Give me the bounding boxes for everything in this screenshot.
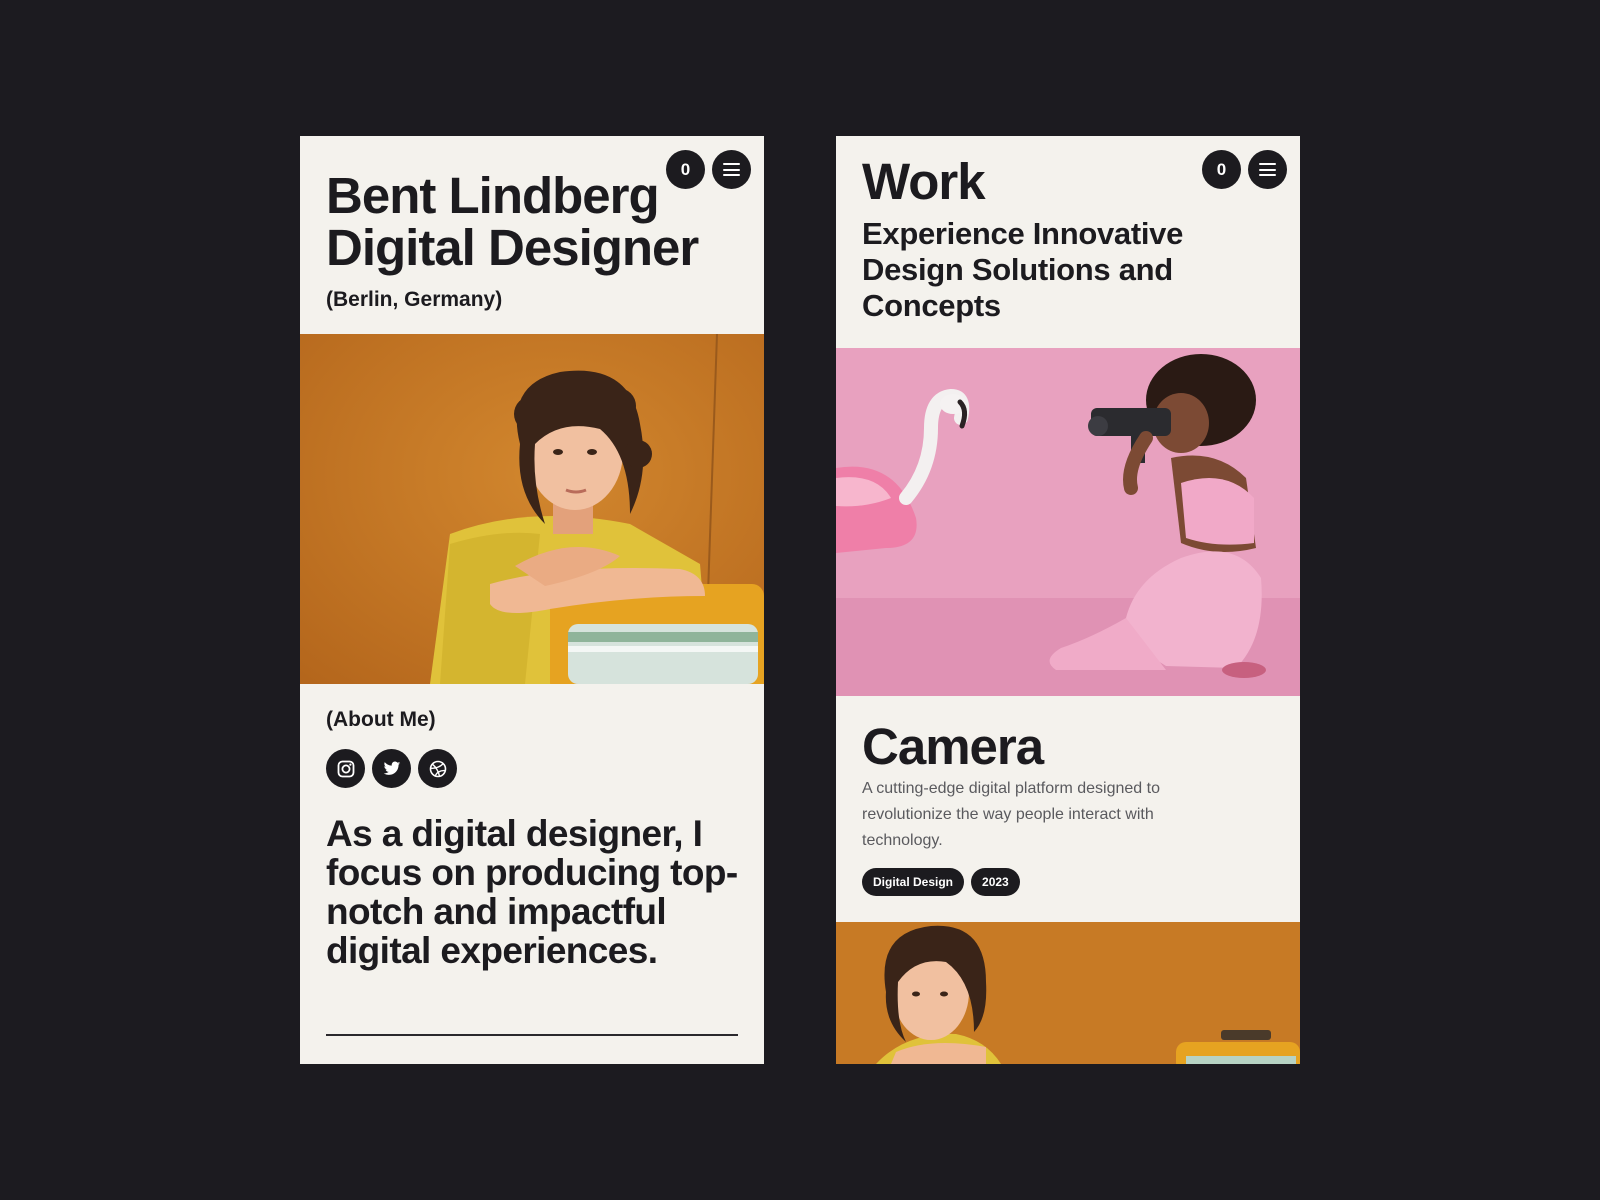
profile-screen: 0 Bent Lindberg Digital Designer (Berlin… xyxy=(300,136,764,1064)
twitter-icon xyxy=(383,761,400,775)
page-title: Bent Lindberg Digital Designer xyxy=(326,167,699,276)
portrait-illustration xyxy=(300,334,764,684)
top-controls: 0 xyxy=(666,150,751,189)
divider xyxy=(326,1034,738,1036)
dribbble-link[interactable] xyxy=(418,749,457,788)
portrait-photo xyxy=(300,334,764,684)
page-subtitle: Experience Innovative Design Solutions a… xyxy=(862,216,1184,323)
work-screen: 0 Work Experience Innovative Design Solu… xyxy=(836,136,1300,1064)
about-statement: As a digital designer, I focus on produc… xyxy=(326,813,738,971)
hamburger-menu-icon xyxy=(1259,163,1276,176)
project-photo[interactable] xyxy=(836,348,1300,696)
top-controls: 0 xyxy=(1202,150,1287,189)
social-links xyxy=(326,749,457,788)
dribbble-icon xyxy=(429,760,446,777)
twitter-link[interactable] xyxy=(372,749,411,788)
about-section-label: (About Me) xyxy=(326,708,436,731)
next-project-illustration xyxy=(836,922,1300,1064)
menu-button[interactable] xyxy=(712,150,751,189)
instagram-icon xyxy=(337,760,354,777)
page-title: Work xyxy=(862,153,986,210)
cart-counter-button[interactable]: 0 xyxy=(1202,150,1241,189)
project-title[interactable]: Camera xyxy=(862,720,1044,774)
project-description: A cutting-edge digital platform designed… xyxy=(862,780,1160,849)
tag-category: Digital Design xyxy=(862,868,965,896)
tag-year: 2023 xyxy=(971,868,1020,896)
cart-counter-button[interactable]: 0 xyxy=(666,150,705,189)
title-name: Bent Lindberg xyxy=(326,167,660,224)
instagram-link[interactable] xyxy=(326,749,365,788)
camera-project-illustration xyxy=(836,348,1300,696)
menu-button[interactable] xyxy=(1248,150,1287,189)
project-tags: Digital Design 2023 xyxy=(862,868,1020,896)
location-label: (Berlin, Germany) xyxy=(326,288,503,311)
next-project-photo[interactable] xyxy=(836,922,1300,1064)
title-role: Digital Designer xyxy=(326,219,699,276)
hamburger-menu-icon xyxy=(723,163,740,176)
